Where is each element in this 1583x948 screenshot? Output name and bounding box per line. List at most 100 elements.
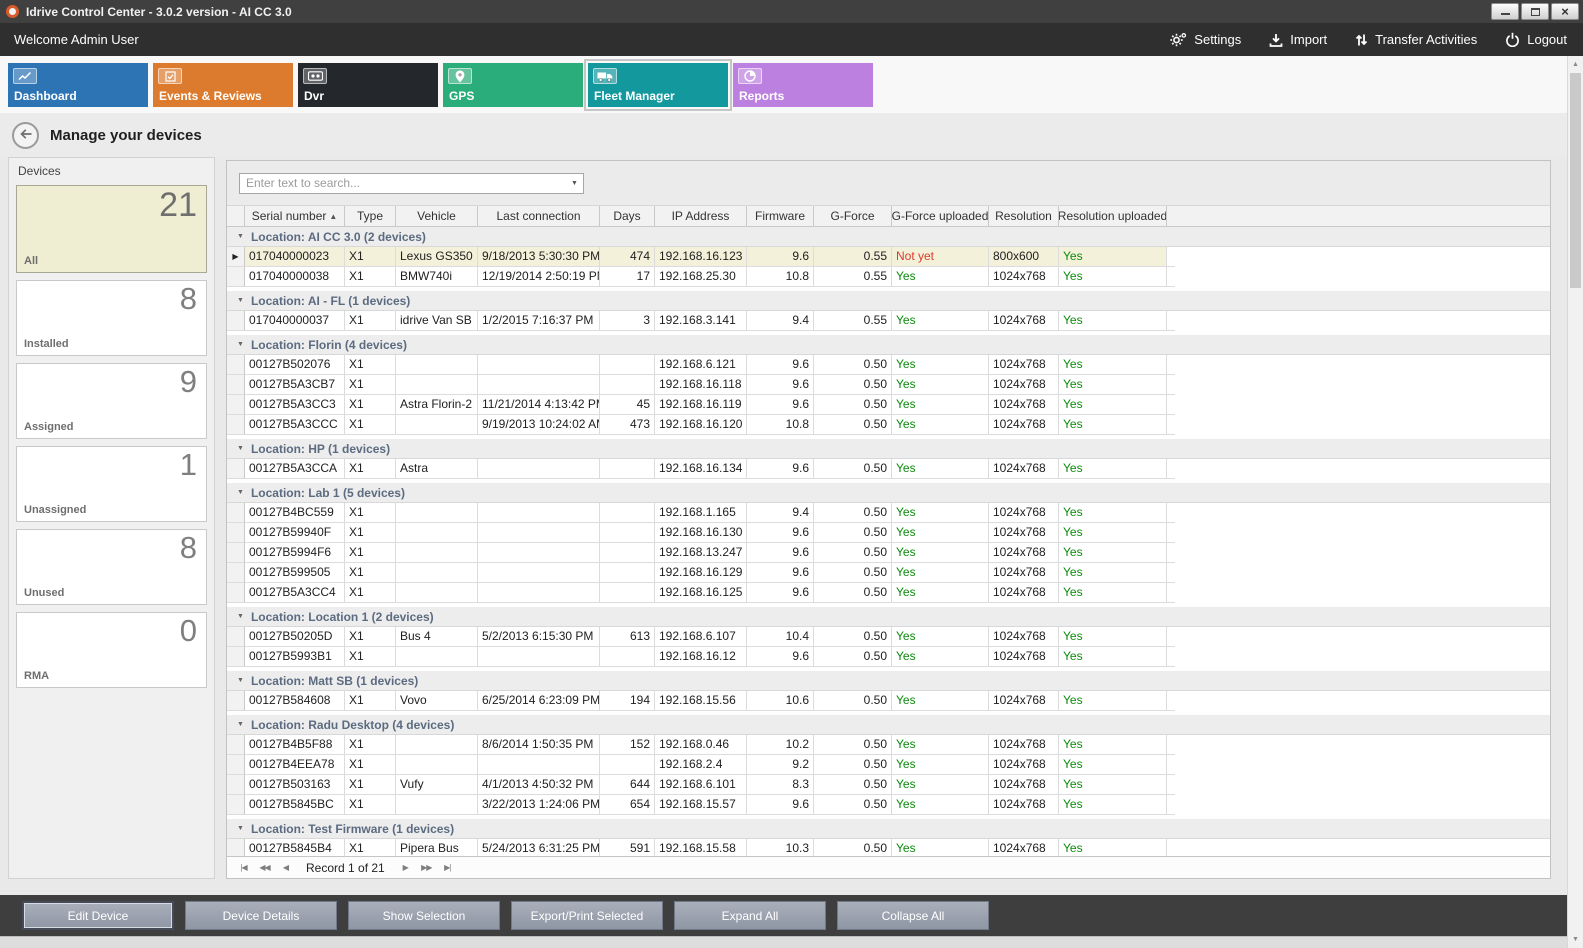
cell-days[interactable]: 654 xyxy=(600,795,655,815)
cell-ip[interactable]: 192.168.16.134 xyxy=(655,459,747,479)
column-header-gforce-uploaded[interactable]: G-Force uploaded xyxy=(892,206,989,227)
transfer-activities-button[interactable]: Transfer Activities xyxy=(1355,32,1477,47)
table-row[interactable]: 00127B4EEA78X1192.168.2.49.20.50Yes1024x… xyxy=(227,755,1550,775)
collapse-group-icon[interactable]: ▼ xyxy=(237,489,244,496)
cell-resolution[interactable]: 1024x768 xyxy=(989,583,1059,603)
cell-resolution[interactable]: 1024x768 xyxy=(989,795,1059,815)
cell-resolution-uploaded[interactable]: Yes xyxy=(1059,267,1167,287)
cell-ip[interactable]: 192.168.15.56 xyxy=(655,691,747,711)
cell-serial[interactable]: 00127B5993B1 xyxy=(245,647,345,667)
cell-resolution-uploaded[interactable]: Yes xyxy=(1059,627,1167,647)
collapse-group-icon[interactable]: ▼ xyxy=(237,445,244,452)
cell-resolution-uploaded[interactable]: Yes xyxy=(1059,415,1167,435)
cell-serial[interactable]: 00127B503163 xyxy=(245,775,345,795)
column-header-ip[interactable]: IP Address xyxy=(655,206,747,227)
cell-g-force-uploaded[interactable]: Yes xyxy=(892,839,989,856)
cell-resolution[interactable]: 1024x768 xyxy=(989,691,1059,711)
cell-resolution[interactable]: 1024x768 xyxy=(989,459,1059,479)
cell-serial[interactable]: 00127B5A3CB7 xyxy=(245,375,345,395)
cell-serial[interactable]: 00127B5994F6 xyxy=(245,543,345,563)
cell-g-force[interactable]: 0.50 xyxy=(814,563,892,583)
column-header-gforce[interactable]: G-Force xyxy=(814,206,892,227)
cell-firmware[interactable]: 10.8 xyxy=(747,267,814,287)
cell-firmware[interactable]: 9.2 xyxy=(747,755,814,775)
cell-last-connection[interactable]: 6/25/2014 6:23:09 PM xyxy=(478,691,600,711)
cell-type[interactable]: X1 xyxy=(345,415,396,435)
cell-g-force-uploaded[interactable]: Yes xyxy=(892,415,989,435)
group-row[interactable]: ▼Location: HP (1 devices) xyxy=(227,439,1550,459)
group-row[interactable]: ▼Location: Matt SB (1 devices) xyxy=(227,671,1550,691)
cell-last-connection[interactable]: 1/2/2015 7:16:37 PM xyxy=(478,311,600,331)
cell-g-force-uploaded[interactable]: Yes xyxy=(892,523,989,543)
cell-vehicle[interactable]: idrive Van SB xyxy=(396,311,478,331)
cell-last-connection[interactable] xyxy=(478,543,600,563)
pager-next-page-icon[interactable]: ▶▶ xyxy=(418,863,435,872)
cell-days[interactable] xyxy=(600,355,655,375)
table-row[interactable]: 00127B503163X1Vufy4/1/2013 4:50:32 PM644… xyxy=(227,775,1550,795)
cell-vehicle[interactable]: BMW740i xyxy=(396,267,478,287)
cell-resolution-uploaded[interactable]: Yes xyxy=(1059,395,1167,415)
cell-firmware[interactable]: 9.6 xyxy=(747,583,814,603)
cell-days[interactable]: 152 xyxy=(600,735,655,755)
cell-serial[interactable]: 017040000038 xyxy=(245,267,345,287)
cell-type[interactable]: X1 xyxy=(345,395,396,415)
cell-type[interactable]: X1 xyxy=(345,627,396,647)
cell-serial[interactable]: 00127B4EEA78 xyxy=(245,755,345,775)
cell-resolution-uploaded[interactable]: Yes xyxy=(1059,543,1167,563)
pager-last-icon[interactable]: ▶| xyxy=(439,863,456,872)
cell-ip[interactable]: 192.168.15.58 xyxy=(655,839,747,856)
cell-vehicle[interactable] xyxy=(396,375,478,395)
cell-vehicle[interactable] xyxy=(396,563,478,583)
cell-serial[interactable]: 00127B4B5F88 xyxy=(245,735,345,755)
cell-firmware[interactable]: 9.6 xyxy=(747,247,814,267)
search-input[interactable] xyxy=(240,174,566,193)
cell-last-connection[interactable]: 5/24/2013 6:31:25 PM xyxy=(478,839,600,856)
cell-type[interactable]: X1 xyxy=(345,355,396,375)
cell-days[interactable] xyxy=(600,375,655,395)
cell-firmware[interactable]: 9.6 xyxy=(747,395,814,415)
cell-resolution[interactable]: 1024x768 xyxy=(989,311,1059,331)
cell-vehicle[interactable] xyxy=(396,647,478,667)
cell-g-force[interactable]: 0.50 xyxy=(814,735,892,755)
cell-last-connection[interactable]: 8/6/2014 1:50:35 PM xyxy=(478,735,600,755)
cell-days[interactable] xyxy=(600,459,655,479)
table-row[interactable]: 00127B5845BCX13/22/2013 1:24:06 PM654192… xyxy=(227,795,1550,815)
cell-resolution[interactable]: 1024x768 xyxy=(989,267,1059,287)
cell-ip[interactable]: 192.168.16.129 xyxy=(655,563,747,583)
column-header-vehicle[interactable]: Vehicle xyxy=(396,206,478,227)
cell-vehicle[interactable] xyxy=(396,795,478,815)
column-header-last-connection[interactable]: Last connection xyxy=(478,206,600,227)
cell-ip[interactable]: 192.168.6.107 xyxy=(655,627,747,647)
cell-serial[interactable]: 00127B5A3CCA xyxy=(245,459,345,479)
cell-resolution[interactable]: 1024x768 xyxy=(989,647,1059,667)
cell-ip[interactable]: 192.168.16.125 xyxy=(655,583,747,603)
cell-vehicle[interactable]: Astra Florin-2 xyxy=(396,395,478,415)
column-header-resolution-uploaded[interactable]: Resolution uploaded xyxy=(1059,206,1167,227)
chevron-down-icon[interactable]: ▼ xyxy=(566,174,583,193)
cell-vehicle[interactable] xyxy=(396,583,478,603)
cell-firmware[interactable]: 9.6 xyxy=(747,647,814,667)
tab-dashboard[interactable]: Dashboard xyxy=(8,63,148,107)
cell-resolution[interactable]: 1024x768 xyxy=(989,839,1059,856)
cell-g-force[interactable]: 0.55 xyxy=(814,311,892,331)
cell-firmware[interactable]: 9.6 xyxy=(747,563,814,583)
column-header-resolution[interactable]: Resolution xyxy=(989,206,1059,227)
cell-ip[interactable]: 192.168.1.165 xyxy=(655,503,747,523)
cell-days[interactable]: 473 xyxy=(600,415,655,435)
cell-g-force-uploaded[interactable]: Not yet xyxy=(892,247,989,267)
cell-resolution[interactable]: 1024x768 xyxy=(989,503,1059,523)
cell-days[interactable] xyxy=(600,563,655,583)
cell-ip[interactable]: 192.168.16.123 xyxy=(655,247,747,267)
settings-button[interactable]: Settings xyxy=(1170,32,1241,47)
column-header-type[interactable]: Type xyxy=(345,206,396,227)
cell-g-force[interactable]: 0.50 xyxy=(814,395,892,415)
cell-firmware[interactable]: 10.6 xyxy=(747,691,814,711)
cell-g-force-uploaded[interactable]: Yes xyxy=(892,755,989,775)
cell-resolution[interactable]: 1024x768 xyxy=(989,543,1059,563)
cell-resolution[interactable]: 1024x768 xyxy=(989,415,1059,435)
table-row[interactable]: 00127B50205DX1Bus 45/2/2013 6:15:30 PM61… xyxy=(227,627,1550,647)
table-row[interactable]: 00127B5A3CCAX1Astra192.168.16.1349.60.50… xyxy=(227,459,1550,479)
cell-serial[interactable]: 017040000037 xyxy=(245,311,345,331)
cell-last-connection[interactable] xyxy=(478,647,600,667)
column-header-days[interactable]: Days xyxy=(600,206,655,227)
